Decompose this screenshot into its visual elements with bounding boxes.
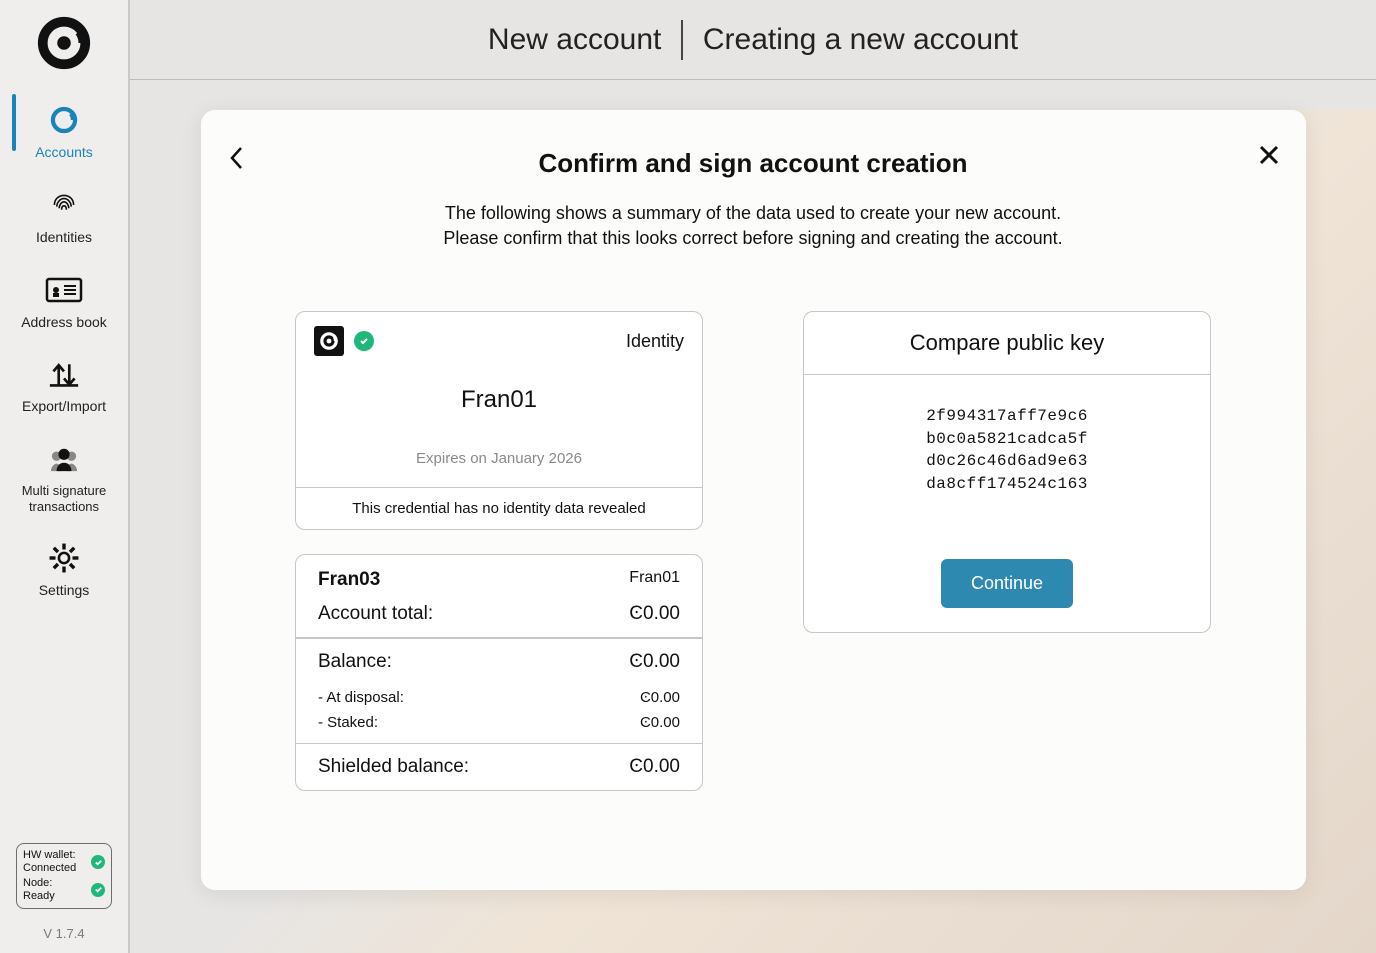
app-logo	[35, 14, 93, 72]
identity-expires: Expires on January 2026	[296, 450, 702, 467]
sidebar: Accounts Identities Address book	[0, 0, 130, 953]
public-key-card: Compare public key 2f994317aff7e9c6 b0c0…	[803, 311, 1211, 633]
disposal-value: Ͼ0.00	[640, 689, 680, 706]
shielded-label: Shielded balance:	[318, 756, 469, 778]
account-identity-ref: Fran01	[629, 569, 680, 591]
breadcrumb-separator	[681, 20, 683, 60]
left-column: Identity Fran01 Expires on January 2026 …	[295, 311, 703, 791]
sidebar-item-identities[interactable]: Identities	[0, 175, 128, 260]
hw-wallet-value: Connected	[23, 862, 76, 875]
breadcrumb-right: Creating a new account	[703, 23, 1018, 57]
sidebar-item-label: Settings	[39, 582, 90, 599]
modal: Confirm and sign account creation The fo…	[201, 110, 1306, 890]
sidebar-item-export-import[interactable]: Export/Import	[0, 344, 128, 429]
accounts-icon	[44, 100, 84, 140]
sidebar-item-accounts[interactable]: Accounts	[0, 90, 128, 175]
identity-logo-icon	[314, 326, 344, 356]
identity-label: Identity	[626, 331, 684, 352]
export-import-icon	[44, 354, 84, 394]
account-total-label: Account total:	[318, 603, 433, 625]
sidebar-item-address-book[interactable]: Address book	[0, 260, 128, 345]
modal-title: Confirm and sign account creation	[241, 148, 1266, 179]
status-box: HW wallet: Connected Node: Ready	[16, 843, 112, 909]
sidebar-item-label: Export/Import	[22, 398, 106, 415]
account-total-value: Ͼ0.00	[629, 603, 680, 625]
pk-line: 2f994317aff7e9c6	[926, 405, 1088, 427]
continue-button[interactable]: Continue	[941, 559, 1073, 608]
gear-icon	[44, 538, 84, 578]
sidebar-item-settings[interactable]: Settings	[0, 528, 128, 613]
check-icon	[91, 855, 105, 869]
node-value: Ready	[23, 890, 55, 903]
pk-line: d0c26c46d6ad9e63	[926, 450, 1088, 472]
balance-label: Balance:	[318, 651, 392, 673]
pk-line: b0c0a5821cadca5f	[926, 428, 1088, 450]
fingerprint-icon	[44, 185, 84, 225]
content-area: Confirm and sign account creation The fo…	[130, 80, 1376, 953]
modal-desc-line: The following shows a summary of the dat…	[241, 201, 1266, 226]
sidebar-item-label: Accounts	[35, 144, 93, 161]
account-name: Fran03	[318, 569, 380, 591]
version-label: V 1.7.4	[0, 926, 128, 941]
sidebar-item-label: Multi signature transactions	[22, 483, 107, 514]
topbar: New account Creating a new account	[130, 0, 1376, 80]
balance-value: Ͼ0.00	[629, 651, 680, 673]
sidebar-item-label: Identities	[36, 229, 92, 246]
identity-footer: This credential has no identity data rev…	[296, 487, 702, 529]
shielded-value: Ͼ0.00	[629, 756, 680, 778]
staked-value: Ͼ0.00	[640, 714, 680, 731]
identity-card: Identity Fran01 Expires on January 2026 …	[295, 311, 703, 530]
sidebar-item-label: Address book	[21, 314, 107, 331]
disposal-label: - At disposal:	[318, 689, 404, 706]
public-key-text: 2f994317aff7e9c6 b0c0a5821cadca5f d0c26c…	[926, 405, 1088, 495]
sidebar-item-multisig[interactable]: Multi signature transactions	[0, 429, 128, 528]
staked-label: - Staked:	[318, 714, 378, 731]
back-button[interactable]	[227, 144, 245, 177]
public-key-title: Compare public key	[804, 312, 1210, 375]
node-label: Node:	[23, 877, 55, 890]
main: New account Creating a new account Confi…	[130, 0, 1376, 953]
hw-wallet-label: HW wallet:	[23, 849, 76, 862]
close-button[interactable]	[1258, 144, 1280, 171]
breadcrumb-left: New account	[488, 23, 661, 57]
verified-icon	[354, 331, 374, 351]
modal-desc-line: Please confirm that this looks correct b…	[241, 226, 1266, 251]
pk-line: da8cff174524c163	[926, 473, 1088, 495]
account-card: Fran03 Fran01 Account total: Ͼ0.00 Balan…	[295, 554, 703, 791]
identity-name: Fran01	[296, 386, 702, 414]
multisig-icon	[44, 439, 84, 479]
modal-description: The following shows a summary of the dat…	[241, 201, 1266, 251]
check-icon	[91, 883, 105, 897]
address-book-icon	[44, 270, 84, 310]
